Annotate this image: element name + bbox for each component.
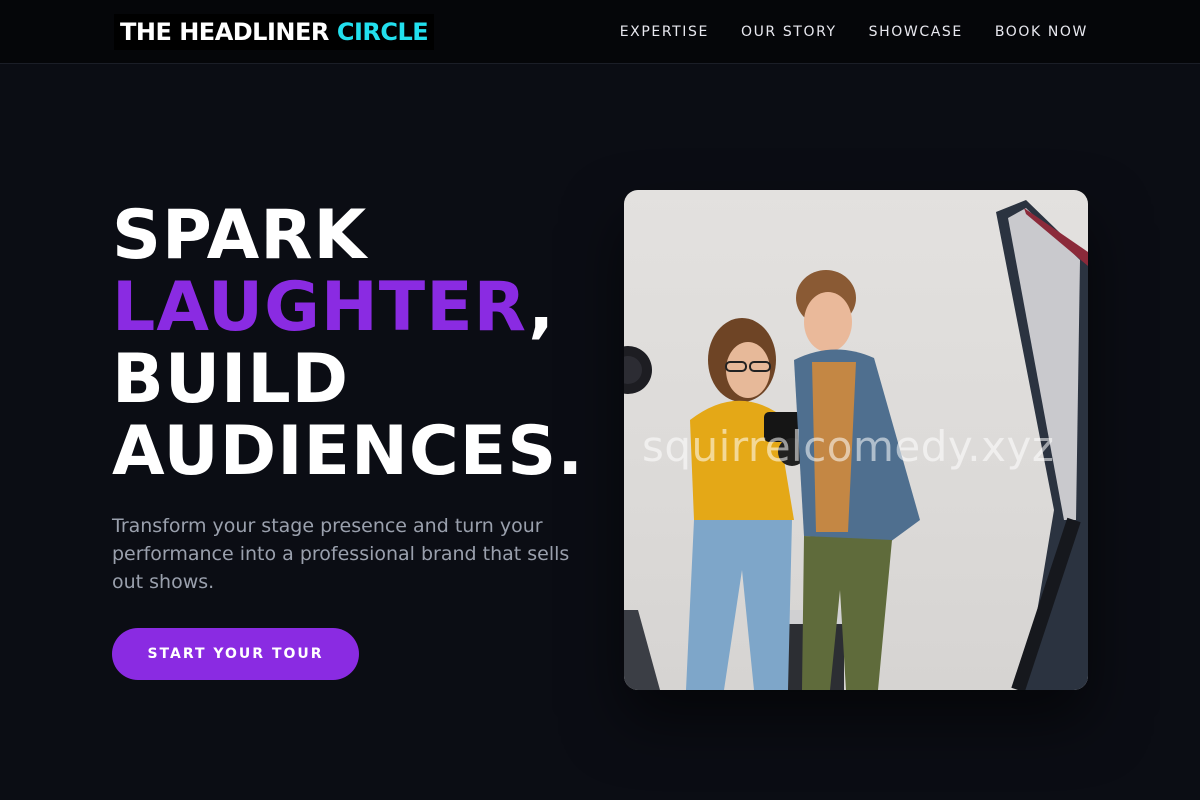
headline-line-3: BUILD: [112, 340, 350, 419]
headline-line-2: LAUGHTER,: [112, 272, 584, 344]
headline-line-4: AUDIENCES.: [112, 412, 585, 491]
hero-headline: SPARK LAUGHTER, BUILD AUDIENCES.: [112, 200, 584, 488]
hero-subtitle: Transform your stage presence and turn y…: [112, 515, 570, 593]
headline-line-1: SPARK: [112, 196, 368, 275]
brand-name-accent: CIRCLE: [336, 18, 429, 46]
nav-link-book-now[interactable]: BOOK NOW: [995, 24, 1088, 40]
nav-link-showcase[interactable]: SHOWCASE: [869, 24, 963, 40]
nav-link-expertise[interactable]: EXPERTISE: [620, 24, 709, 40]
hero-photo: squirrelcomedy.xyz: [624, 190, 1088, 690]
top-navbar: THE HEADLINER CIRCLE EXPERTISE OUR STORY …: [0, 0, 1200, 64]
main-nav: EXPERTISE OUR STORY SHOWCASE BOOK NOW: [620, 0, 1088, 64]
nav-link-our-story[interactable]: OUR STORY: [741, 24, 837, 40]
photo-watermark: squirrelcomedy.xyz: [642, 422, 1055, 471]
headline-highlight: LAUGHTER: [112, 268, 529, 347]
brand-name-main: THE HEADLINER: [120, 18, 329, 46]
headline-comma: ,: [528, 268, 556, 347]
start-tour-button[interactable]: START YOUR TOUR: [112, 628, 359, 680]
brand-logo[interactable]: THE HEADLINER CIRCLE: [114, 14, 435, 50]
